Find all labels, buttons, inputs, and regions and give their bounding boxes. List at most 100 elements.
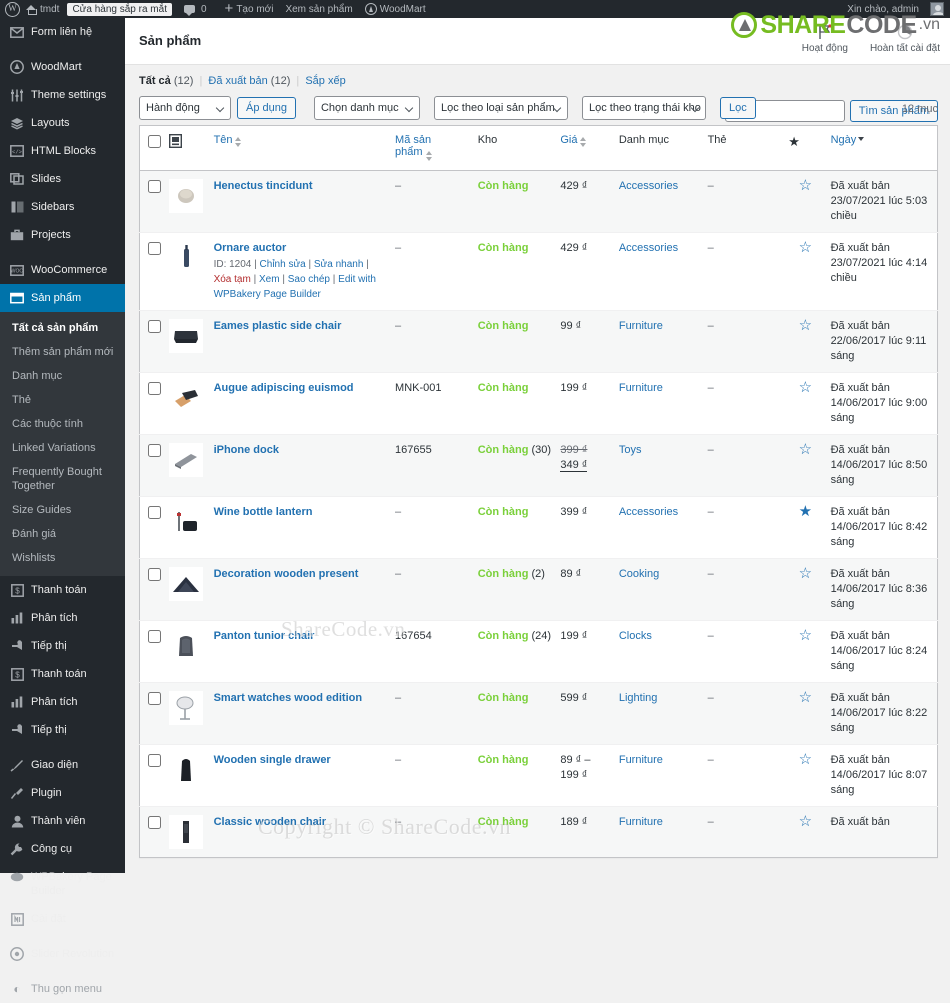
submenu-item-danh-m-c[interactable]: Danh mục [0,364,125,388]
apply-bulk-action-button[interactable]: Áp dụng [237,97,296,119]
column-header-price[interactable]: Giá [556,125,615,171]
activity-panel-button[interactable]: Hoạt động [802,23,848,54]
avatar[interactable] [930,2,944,16]
sidebar-item-projects[interactable]: Projects [0,221,125,249]
adminbar-woodmart[interactable]: WoodMart [359,0,432,18]
row-select-checkbox[interactable] [148,506,161,519]
product-title-link[interactable]: Decoration wooden present [214,568,359,580]
featured-star-outline-icon[interactable]: ☆ [799,240,812,255]
sidebar-item-woodmart[interactable]: WoodMart [0,53,125,81]
product-category-link[interactable]: Cooking [619,568,659,580]
sidebar-item-wpbakery-page-builder[interactable]: WPBakery Page Builder [0,863,125,905]
sidebar-item-ti-p-th[interactable]: Tiếp thị [0,716,125,744]
select-all-checkbox[interactable] [148,135,161,148]
submenu-item-size-guides[interactable]: Size Guides [0,498,125,522]
wordpress-logo-icon[interactable] [5,1,20,17]
adminbar-site-name[interactable]: tmdt [20,0,65,18]
row-select-checkbox[interactable] [148,816,161,829]
product-category-link[interactable]: Lighting [619,692,658,704]
view-link-sort[interactable]: Sắp xếp [305,75,345,87]
row-select-checkbox[interactable] [148,180,161,193]
bulk-actions-select[interactable]: Hành động [139,96,231,120]
sidebar-item-c-i-t[interactable]: Cài đặt [0,905,125,933]
product-title-link[interactable]: Henectus tincidunt [214,180,313,192]
sidebar-item-plugin[interactable]: Plugin [0,779,125,807]
product-title-link[interactable]: Classic wooden chair [214,816,326,828]
row-select-checkbox[interactable] [148,320,161,333]
sidebar-item-ti-p-th[interactable]: Tiếp thị [0,632,125,660]
sidebar-item-collapse-menu[interactable]: ◐ Thu gọn menu [0,975,125,1003]
product-title-link[interactable]: Wine bottle lantern [214,506,313,518]
adminbar-comments[interactable]: 0 [178,0,213,18]
sidebar-item-ph-n-t-ch[interactable]: Phân tích [0,688,125,716]
row-select-checkbox[interactable] [148,568,161,581]
featured-star-filled-icon[interactable]: ★ [799,504,812,519]
featured-star-outline-icon[interactable]: ☆ [799,318,812,333]
product-category-link[interactable]: Accessories [619,506,678,518]
row-action-trash[interactable]: Xóa tạm [214,274,251,285]
sidebar-item-woocommerce[interactable]: WOO WooCommerce [0,256,125,284]
column-header-sku[interactable]: Mã sản phẩm [391,125,474,171]
column-header-date[interactable]: Ngày [826,125,938,171]
category-filter-select[interactable]: Chọn danh mục [313,96,420,120]
row-action-edit[interactable]: Chỉnh sửa [260,259,306,270]
view-link-published[interactable]: Đã xuất bản [208,75,267,87]
product-category-link[interactable]: Clocks [619,630,652,642]
filter-submit-button[interactable]: Lọc [719,97,756,119]
sidebar-item-thanh-to-n[interactable]: $ Thanh toán [0,576,125,604]
row-action-quick-edit[interactable]: Sửa nhanh [314,259,364,270]
row-select-checkbox[interactable] [148,630,161,643]
sidebar-item-giao-di-n[interactable]: Giao diện [0,751,125,779]
product-category-link[interactable]: Furniture [619,754,663,766]
setup-progress-button[interactable]: Hoàn tất cài đặt [870,23,940,54]
column-header-name[interactable]: Tên [209,125,392,171]
featured-star-outline-icon[interactable]: ☆ [799,566,812,581]
product-title-link[interactable]: Panton tunior chair [214,630,315,642]
row-select-checkbox[interactable] [148,242,161,255]
sidebar-item-sidebars[interactable]: Sidebars [0,193,125,221]
sidebar-item-s-n-ph-m[interactable]: Sản phẩm [0,284,133,312]
product-category-link[interactable]: Toys [619,444,642,456]
view-link-all[interactable]: Tất cả [139,75,171,87]
submenu-item-frequently-bought-together[interactable]: Frequently Bought Together [0,460,125,498]
sidebar-item-ph-n-t-ch[interactable]: Phân tích [0,604,125,632]
product-title-link[interactable]: Eames plastic side chair [214,320,342,332]
product-title-link[interactable]: Smart watches wood edition [214,692,363,704]
sidebar-item-th-nh-vi-n[interactable]: Thành viên [0,807,125,835]
row-action-duplicate[interactable]: Sao chép [288,274,330,285]
row-select-checkbox[interactable] [148,754,161,767]
coming-soon-badge[interactable]: Cửa hàng sắp ra mắt [67,2,172,16]
row-select-checkbox[interactable] [148,692,161,705]
product-title-link[interactable]: Ornare auctor [214,242,287,254]
sidebar-item-c-ng-c[interactable]: Công cụ [0,835,125,863]
submenu-item-t-t-c-s-n-ph-m[interactable]: Tất cả sản phẩm [0,316,125,340]
featured-star-outline-icon[interactable]: ☆ [799,380,812,395]
product-category-link[interactable]: Accessories [619,180,678,192]
sidebar-item-form-li-n-h[interactable]: Form liên hệ [0,18,125,46]
submenu-item-th[interactable]: Thẻ [0,388,125,412]
product-category-link[interactable]: Furniture [619,382,663,394]
row-action-view[interactable]: Xem [259,274,280,285]
product-title-link[interactable]: iPhone dock [214,444,279,456]
product-type-filter-select[interactable]: Lọc theo loại sản phẩm [433,96,568,120]
adminbar-new-content[interactable]: + Tạo mới [219,0,280,18]
submenu-item-c-c-thu-c-t-nh[interactable]: Các thuộc tính [0,412,125,436]
product-category-link[interactable]: Accessories [619,242,678,254]
product-title-link[interactable]: Augue adipiscing euismod [214,382,354,394]
featured-star-outline-icon[interactable]: ☆ [799,442,812,457]
featured-star-outline-icon[interactable]: ☆ [799,178,812,193]
sidebar-item-theme-settings[interactable]: Theme settings [0,81,125,109]
submenu-item-th-m-s-n-ph-m-m-i[interactable]: Thêm sản phẩm mới [0,340,125,364]
featured-star-outline-icon[interactable]: ☆ [799,628,812,643]
product-category-link[interactable]: Furniture [619,320,663,332]
featured-star-outline-icon[interactable]: ☆ [799,690,812,705]
submenu-item-wishlists[interactable]: Wishlists [0,546,125,570]
row-select-checkbox[interactable] [148,444,161,457]
sidebar-item-slider-revolution[interactable]: Slider Revolution [0,940,125,968]
adminbar-view-shop[interactable]: Xem sản phẩm [279,0,358,18]
row-select-checkbox[interactable] [148,382,161,395]
featured-star-outline-icon[interactable]: ☆ [799,752,812,767]
product-title-link[interactable]: Wooden single drawer [214,754,331,766]
product-category-link[interactable]: Furniture [619,816,663,828]
sidebar-item-layouts[interactable]: Layouts [0,109,125,137]
